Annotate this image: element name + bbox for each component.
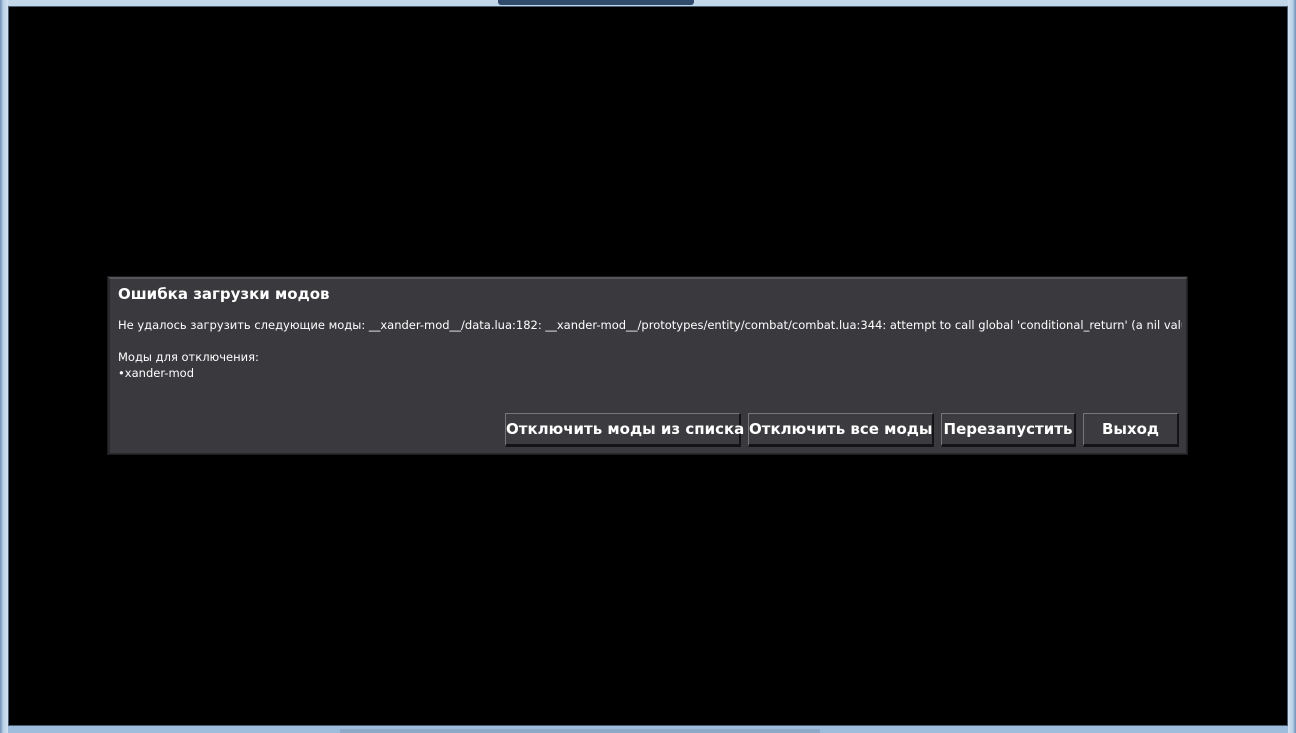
- error-message: Не удалось загрузить следующие моды: __x…: [118, 318, 1182, 332]
- mods-to-disable-label: Моды для отключения:: [118, 350, 259, 364]
- game-client-area: Ошибка загрузки модов Не удалось загрузи…: [8, 6, 1288, 726]
- frame-edge-left: [0, 0, 8, 733]
- dialog-title: Ошибка загрузки модов: [118, 285, 330, 303]
- disable-listed-mods-button[interactable]: Отключить моды из списка: [505, 413, 744, 447]
- mod-load-error-dialog: Ошибка загрузки модов Не удалось загрузи…: [108, 277, 1187, 454]
- restart-button[interactable]: Перезапустить: [941, 413, 1076, 447]
- exit-button[interactable]: Выход: [1083, 413, 1179, 447]
- frame-bottom-accent: [340, 729, 820, 733]
- list-item: xander-mod: [118, 365, 194, 381]
- window-frame: Ошибка загрузки модов Не удалось загрузи…: [0, 0, 1296, 733]
- titlebar-accent: [498, 0, 694, 5]
- frame-edge-right: [1288, 0, 1296, 733]
- disable-all-mods-button[interactable]: Отключить все моды: [748, 413, 934, 447]
- mods-to-disable-list: xander-mod: [118, 365, 194, 381]
